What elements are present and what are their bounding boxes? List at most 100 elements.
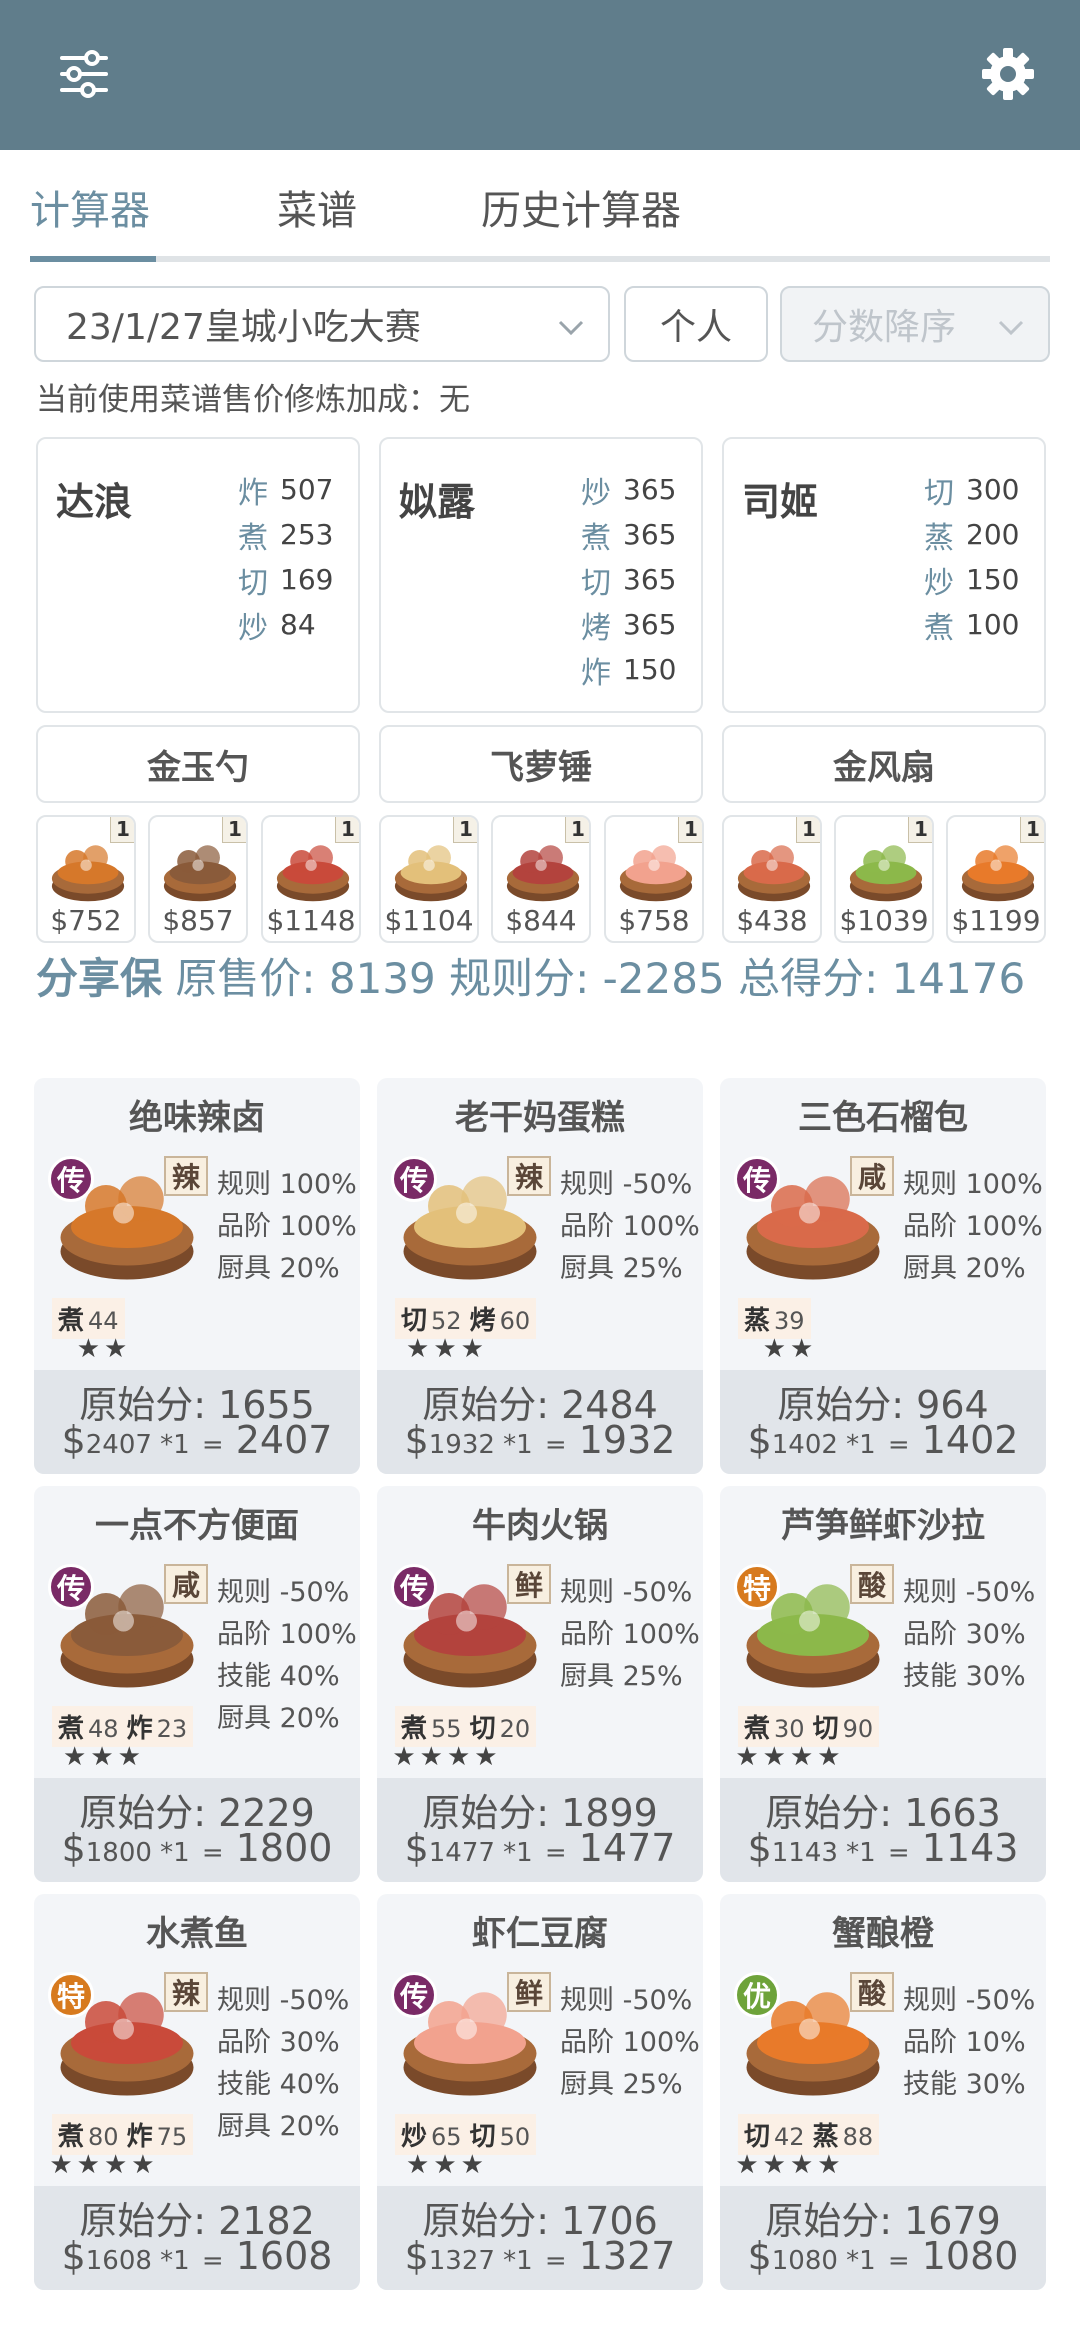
recipe-score-card[interactable]: 虾仁豆腐传鲜规则 -50% 品阶 100% 厨具 25% 炒 65 切 50 ★★★ 原始分: … <box>377 1894 703 2290</box>
recipe-title: 牛肉火锅 <box>472 1506 608 1546</box>
recipe-score-card[interactable]: 牛肉火锅传鲜规则 -50% 品阶 100% 厨具 25% 煮 55 切 20 ★★★★ 原始分:… <box>377 1486 703 1882</box>
skill-requirement: 炒 65 <box>401 2116 462 2153</box>
star-rating: ★★★ <box>63 1742 145 1772</box>
score-footer: 原始分: 1899 $1477 *1 = 1477 <box>377 1778 703 1882</box>
bonus-stat: 品阶 100% <box>217 1211 357 1242</box>
bonus-stat: 厨具 20% <box>217 2111 340 2142</box>
contest-select-value: 23/1/27皇城小吃大赛 <box>66 307 421 348</box>
recipe-price: $438 <box>736 904 808 937</box>
sliders-icon[interactable] <box>48 38 120 110</box>
mode-button[interactable]: 个人 <box>624 286 768 362</box>
tab-history-calculator[interactable]: 历史计算器 <box>481 178 681 236</box>
requirement-type: 切 <box>401 1306 428 1336</box>
chef-skills: 炸 507 煮 253 切 169 炒 84 <box>238 467 333 647</box>
bonus-stat: 规则 -50% <box>217 1577 350 1608</box>
requirement-value: 42 <box>774 2123 805 2151</box>
star-rating: ★★★★ <box>735 1742 845 1772</box>
recipe-slot[interactable]: 1 $1104 <box>379 815 479 943</box>
score-footer: 原始分: 1679 $1080 *1 = 1080 <box>720 2186 1046 2290</box>
chef-card[interactable]: 达浪 炸 507 煮 253 切 169 炒 84 <box>36 437 360 713</box>
recipe-score-card[interactable]: 蟹酿橙优酸规则 -50% 品阶 10% 技能 30% 切 42 蒸 88 ★★★★ 原始分: 1… <box>720 1894 1046 2290</box>
skill-row: 烤 365 <box>581 602 676 647</box>
sort-select[interactable]: 分数降序 <box>780 286 1050 362</box>
recipe-slot[interactable]: 1 $1148 <box>261 815 361 943</box>
chef-name: 达浪 <box>56 480 133 524</box>
skill-value: 150 <box>623 653 677 686</box>
bonus-stat: 品阶 30% <box>903 1619 1026 1650</box>
skill-requirement: 煮 80 <box>58 2116 119 2153</box>
skill-type: 炸 <box>238 475 268 511</box>
recipe-title: 芦笋鲜虾沙拉 <box>781 1506 985 1546</box>
bonus-stat: 规则 -50% <box>560 1985 693 2016</box>
calc-base: 1608 *1 <box>85 2246 190 2276</box>
skill-requirement: 切 42 <box>744 2116 805 2153</box>
chevron-down-icon <box>996 310 1026 351</box>
requirement-value: 52 <box>431 1307 462 1335</box>
flavor-tag: 咸 <box>164 1564 208 1604</box>
recipe-slot[interactable]: 1 $857 <box>148 815 248 943</box>
currency-sign: $ <box>747 2234 772 2278</box>
skill-requirement: 蒸 88 <box>813 2116 874 2153</box>
bonus-stat: 规则 100% <box>903 1169 1043 1200</box>
contest-select[interactable]: 23/1/27皇城小吃大赛 <box>34 286 610 362</box>
recipe-slot[interactable]: 1 $438 <box>722 815 822 943</box>
chef-card[interactable]: 司姬 切 300 蒸 200 炒 150 煮 100 <box>722 437 1046 713</box>
recipe-slot[interactable]: 1 $752 <box>36 815 136 943</box>
score-footer: 原始分: 2229 $1800 *1 = 1800 <box>34 1778 360 1882</box>
requirement-value: 55 <box>431 1715 462 1743</box>
recipe-score-card[interactable]: 绝味辣卤传 辣规则 100% 品阶 100% 厨具 20% 煮 44 ★★ 原始分: 1655… <box>34 1078 360 1474</box>
recipe-score-card[interactable]: 芦笋鲜虾沙拉特酸规则 -50% 品阶 30% 技能 30% 煮 30 切 90 ★★★★ 原始分… <box>720 1486 1046 1882</box>
calc-total: 1327 <box>578 2234 676 2278</box>
equipment-slot[interactable]: 飞萝锤 <box>379 725 703 803</box>
equals-sign: = <box>544 2246 567 2276</box>
skill-type: 炒 <box>924 565 954 601</box>
bonus-stats: 规则 -50% 品阶 100% 技能 40% 厨具 20% <box>217 1570 357 1738</box>
skill-requirements: 煮 80 炸 75 <box>52 2114 194 2155</box>
bonus-stat: 规则 -50% <box>217 1985 350 2016</box>
skill-requirement: 炸 75 <box>127 2116 188 2153</box>
bonus-stat: 规则 -50% <box>903 1985 1036 2016</box>
recipe-slot[interactable]: 1 $1039 <box>834 815 934 943</box>
tab-recipes[interactable]: 菜谱 <box>277 178 357 236</box>
equipment-slot[interactable]: 金玉勺 <box>36 725 360 803</box>
calc-total: 1932 <box>578 1418 676 1462</box>
bonus-stat: 厨具 25% <box>560 1661 683 1692</box>
recipe-slot[interactable]: 1 $1199 <box>946 815 1046 943</box>
recipe-slot[interactable]: 1 $844 <box>491 815 591 943</box>
skill-requirements: 蒸 39 <box>738 1298 811 1339</box>
bonus-stat: 规则 -50% <box>560 1169 693 1200</box>
recipe-score-card[interactable]: 三色石榴包传 咸规则 100% 品阶 100% 厨具 20% 蒸 39 ★★ 原始分: 964… <box>720 1078 1046 1474</box>
recipe-score-card[interactable]: 一点不方便面传咸规则 -50% 品阶 100% 技能 40% 厨具 20% 煮 48 炸 23… <box>34 1486 360 1882</box>
calc-base: 1327 *1 <box>428 2246 533 2276</box>
bonus-stat: 品阶 100% <box>560 2027 700 2058</box>
recipe-price: $844 <box>505 904 577 937</box>
skill-requirements: 切 52 烤 60 <box>395 1298 537 1339</box>
bonus-stat: 规则 -50% <box>560 1577 693 1608</box>
recipe-price: $1104 <box>384 904 474 937</box>
rarity-badge: 传 <box>391 1156 437 1202</box>
score-footer: 原始分: 964 $1402 *1 = 1402 <box>720 1370 1046 1474</box>
tab-calculator[interactable]: 计算器 <box>30 178 150 236</box>
requirement-type: 煮 <box>58 1306 85 1336</box>
requirement-value: 30 <box>774 1715 805 1743</box>
score-footer: 原始分: 2182 $1608 *1 = 1608 <box>34 2186 360 2290</box>
recipe-score-card[interactable]: 老干妈蛋糕传辣规则 -50% 品阶 100% 厨具 25% 切 52 烤 60 ★★★ 原始分:… <box>377 1078 703 1474</box>
calc-total: 1477 <box>578 1826 676 1870</box>
equipment-slot[interactable]: 金风扇 <box>722 725 1046 803</box>
score-footer: 原始分: 1663 $1143 *1 = 1143 <box>720 1778 1046 1882</box>
calc-total: 1402 <box>921 1418 1019 1462</box>
requirement-value: 44 <box>88 1307 119 1335</box>
star-rating: ★★★★ <box>392 1742 502 1772</box>
score-calculation: $1327 *1 = 1327 <box>377 2234 703 2278</box>
recipe-slot[interactable]: 1 $758 <box>604 815 704 943</box>
bonus-stat: 品阶 10% <box>903 2027 1026 2058</box>
bonus-stats: 规则 100% 品阶 100% 厨具 20% <box>217 1162 357 1288</box>
summary-total-label: 总得分: <box>738 954 879 1003</box>
recipe-score-card[interactable]: 水煮鱼特辣规则 -50% 品阶 30% 技能 40% 厨具 20% 煮 80 炸 75 ★★★★… <box>34 1894 360 2290</box>
bonus-stats: 规则 -50% 品阶 100% 厨具 25% <box>560 1162 700 1288</box>
skill-value: 253 <box>280 518 334 551</box>
chef-card[interactable]: 姒露 炒 365 煮 365 切 365 烤 365 炸 150 <box>379 437 703 713</box>
score-calculation: $1608 *1 = 1608 <box>34 2234 360 2278</box>
gear-icon[interactable] <box>972 38 1044 110</box>
currency-sign: $ <box>61 2234 86 2278</box>
